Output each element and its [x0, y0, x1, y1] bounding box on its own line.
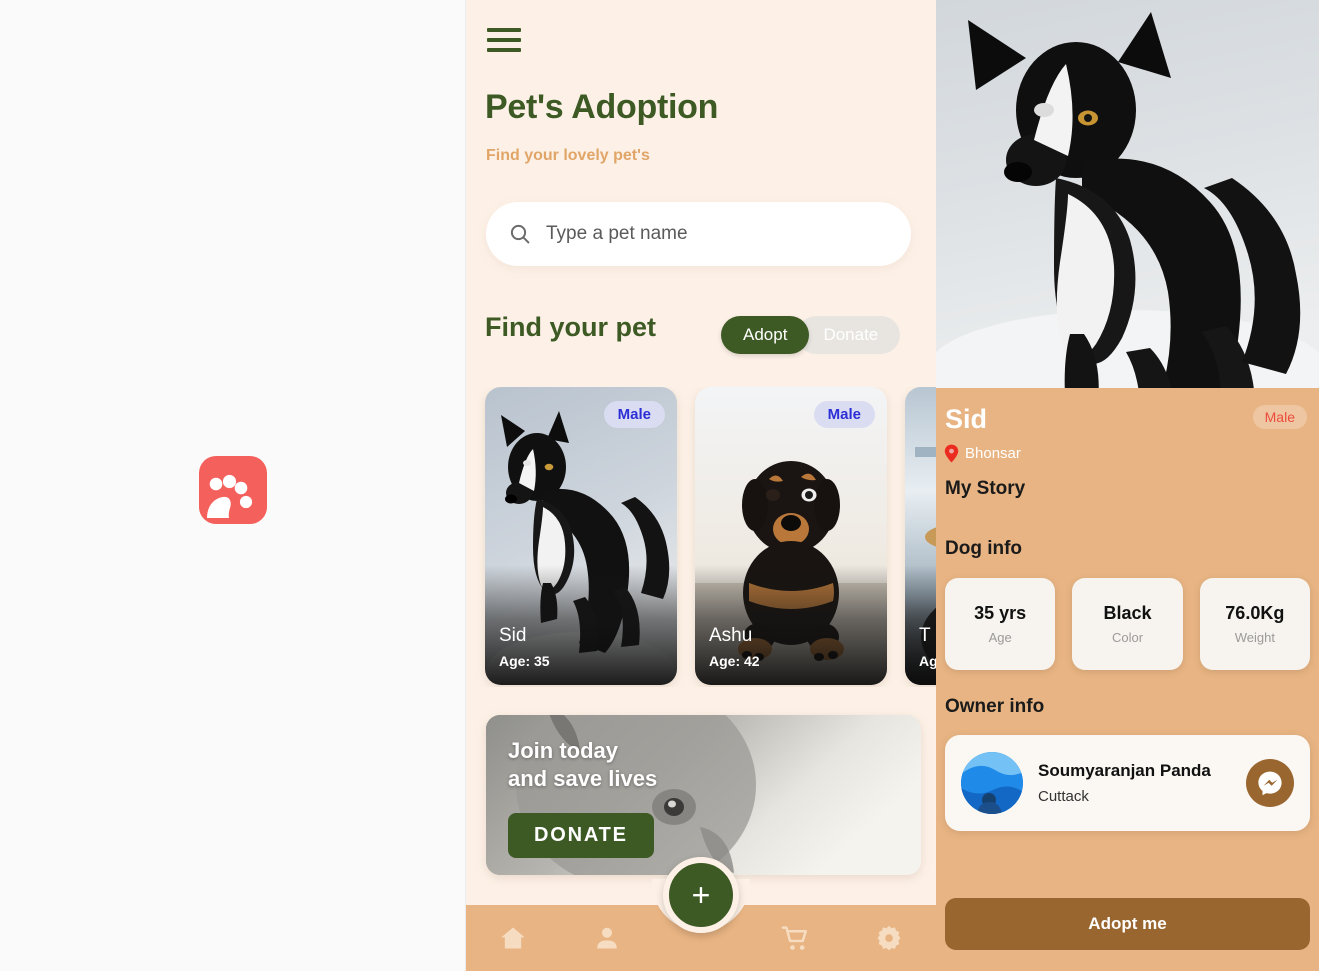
- tab-donate[interactable]: Donate: [797, 316, 901, 354]
- adopt-me-button[interactable]: Adopt me: [945, 898, 1310, 950]
- pet-name: Sid: [499, 625, 527, 646]
- donate-button[interactable]: DONATE: [508, 813, 654, 858]
- hero-image: [936, 0, 1319, 388]
- banner-line-2: and save lives: [508, 766, 658, 791]
- bottom-navigation-bar: +: [466, 857, 936, 971]
- detail-pet-name: Sid: [945, 404, 988, 434]
- search-bar[interactable]: [486, 202, 911, 266]
- pet-age: Age: 42: [709, 653, 760, 669]
- stat-color: Black Color: [1072, 578, 1183, 670]
- tab-adopt[interactable]: Adopt: [721, 316, 810, 354]
- gear-icon: [877, 925, 901, 951]
- stat-value: Black: [1103, 603, 1152, 623]
- messenger-chat-button[interactable]: [1246, 759, 1294, 807]
- left-blank-panel: [0, 0, 466, 971]
- nav-profile[interactable]: [560, 924, 654, 952]
- adopt-donate-toggle: Donate Adopt: [721, 316, 901, 354]
- detail-gender-badge: Male: [1252, 405, 1307, 429]
- pet-detail-panel: Sid Male Bhonsar My Story Dog info 35 yr…: [936, 0, 1319, 971]
- dog-info-heading: Dog info: [945, 538, 1023, 559]
- detail-location: Bhonsar: [944, 444, 1021, 463]
- location-text: Bhonsar: [965, 445, 1021, 462]
- person-icon: [597, 927, 617, 949]
- stat-value: 76.0Kg: [1225, 603, 1285, 623]
- pet-name: T: [919, 625, 931, 646]
- owner-city: Cuttack: [1038, 788, 1089, 805]
- owner-name: Soumyaranjan Panda: [1038, 761, 1211, 780]
- stat-label: Color: [1111, 630, 1144, 645]
- dog-info-stats: 35 yrs Age Black Color 76.0Kg Weight: [936, 578, 1319, 670]
- find-your-pet-section: Find your pet Donate Adopt: [466, 310, 936, 360]
- stat-weight: 76.0Kg Weight: [1199, 578, 1310, 670]
- pet-card[interactable]: Male Ashu Age: 42: [695, 387, 887, 685]
- banner-line-1: Join today: [508, 738, 619, 763]
- pet-age: Age: 35: [499, 653, 550, 669]
- owner-info-heading: Owner info: [945, 696, 1045, 717]
- pet-adoption-home-screen: Pet's Adoption Find your lovely pet's Fi…: [466, 0, 936, 971]
- pet-card[interactable]: Male T Ag: [905, 387, 936, 685]
- section-title: Find your pet: [485, 312, 656, 342]
- nav-cart[interactable]: [748, 924, 842, 953]
- owner-avatar: [961, 752, 1023, 814]
- home-icon: [501, 927, 525, 949]
- pet-card-list: Male Sid Age: 35 Male Ashu Age: 42 T Ag: [466, 387, 936, 687]
- gender-badge: Male: [603, 401, 665, 428]
- page-title: Pet's Adoption: [485, 88, 719, 126]
- nav-home[interactable]: [466, 924, 560, 952]
- nav-settings[interactable]: [842, 924, 936, 952]
- avatar-image: [961, 752, 1023, 814]
- pet-age: Ag: [919, 653, 936, 669]
- detail-header: Sid Male Bhonsar: [936, 388, 1319, 468]
- hamburger-menu-icon[interactable]: [487, 28, 521, 56]
- app-screen: Pet's Adoption Find your lovely pet's Fi…: [0, 0, 1319, 971]
- my-story-heading: My Story: [945, 478, 1026, 499]
- add-pet-fab[interactable]: +: [663, 857, 739, 933]
- search-icon: [510, 224, 530, 244]
- cart-icon: [781, 925, 807, 950]
- paw-logo-icon: [199, 456, 267, 524]
- stat-label: Age: [988, 630, 1012, 645]
- donate-banner[interactable]: Join today and save lives DONATE: [486, 715, 921, 875]
- location-pin-icon: [944, 444, 959, 463]
- dog-photo: [936, 0, 1319, 388]
- page-subtitle: Find your lovely pet's: [486, 147, 650, 164]
- pet-card[interactable]: Male Sid Age: 35: [485, 387, 677, 685]
- gender-badge: Male: [813, 401, 875, 428]
- messenger-icon: [1258, 771, 1282, 796]
- stat-value: 35 yrs: [974, 603, 1027, 623]
- search-input[interactable]: [546, 223, 876, 245]
- owner-card[interactable]: Soumyaranjan Panda Cuttack: [945, 735, 1310, 831]
- pet-name: Ashu: [709, 625, 753, 646]
- stat-age: 35 yrs Age: [945, 578, 1056, 670]
- owner-text: Soumyaranjan Panda Cuttack: [1038, 761, 1246, 805]
- stat-label: Weight: [1234, 630, 1275, 645]
- banner-title: Join today and save lives: [508, 737, 657, 793]
